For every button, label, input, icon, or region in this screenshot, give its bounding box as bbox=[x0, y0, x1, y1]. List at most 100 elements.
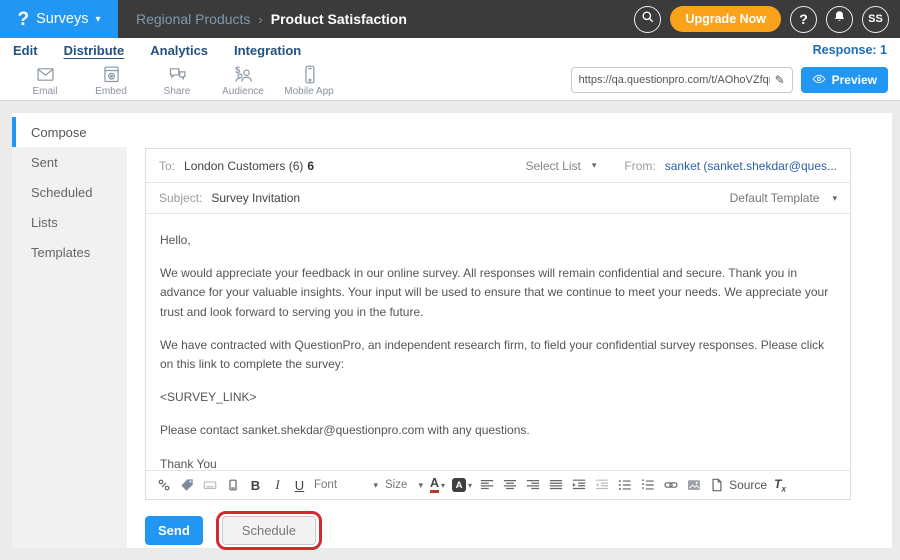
indent-icon[interactable] bbox=[571, 477, 587, 493]
sidebar-item-sent[interactable]: Sent bbox=[12, 147, 127, 177]
template-dropdown[interactable]: Default Template ▾ bbox=[730, 191, 837, 205]
size-dropdown[interactable]: Size ▾ bbox=[385, 479, 423, 491]
chevron-down-icon: ▾ bbox=[832, 193, 837, 204]
body-paragraph: We have contracted with QuestionPro, an … bbox=[160, 336, 836, 374]
from-group: From: sanket (sanket.shekdar@ques... bbox=[624, 159, 837, 173]
chevron-down-icon: ▾ bbox=[468, 481, 472, 490]
bold-button[interactable]: B bbox=[248, 478, 263, 493]
merge-link-icon[interactable] bbox=[156, 477, 172, 493]
survey-url: https://qa.questionpro.com/t/AOhoVZfqml bbox=[579, 74, 770, 86]
subject-value[interactable]: Survey Invitation bbox=[211, 191, 300, 205]
tab-analytics[interactable]: Analytics bbox=[150, 43, 208, 58]
preview-button[interactable]: Preview bbox=[801, 67, 888, 93]
header-actions: Upgrade Now ? SS bbox=[634, 6, 889, 33]
notifications-button[interactable] bbox=[826, 6, 853, 33]
email-icon bbox=[35, 64, 56, 85]
channel-audience[interactable]: $ Audience bbox=[210, 64, 276, 97]
action-buttons: Send Schedule bbox=[145, 511, 322, 550]
align-right-icon[interactable] bbox=[525, 477, 541, 493]
channel-share[interactable]: Share bbox=[144, 64, 210, 97]
outdent-icon[interactable] bbox=[594, 477, 610, 493]
upgrade-now-button[interactable]: Upgrade Now bbox=[670, 6, 781, 32]
email-panel: Compose Sent Scheduled Lists Templates T… bbox=[12, 113, 892, 548]
channel-mobile-app[interactable]: Mobile App bbox=[276, 64, 342, 97]
preview-label: Preview bbox=[832, 73, 877, 87]
chevron-down-icon: ▾ bbox=[592, 160, 597, 171]
insert-image-icon[interactable] bbox=[686, 477, 702, 493]
from-value[interactable]: sanket (sanket.shekdar@ques... bbox=[665, 159, 837, 173]
survey-url-field[interactable]: https://qa.questionpro.com/t/AOhoVZfqml … bbox=[571, 67, 793, 93]
content-area: Compose Sent Scheduled Lists Templates T… bbox=[0, 101, 900, 548]
bell-icon bbox=[832, 9, 847, 29]
sidebar-item-scheduled[interactable]: Scheduled bbox=[12, 177, 127, 207]
breadcrumb-parent[interactable]: Regional Products bbox=[136, 11, 250, 27]
underline-button[interactable]: U bbox=[292, 478, 307, 493]
user-avatar[interactable]: SS bbox=[862, 6, 889, 33]
sidebar-item-lists[interactable]: Lists bbox=[12, 207, 127, 237]
eye-icon bbox=[812, 72, 826, 89]
font-dropdown[interactable]: Font ▾ bbox=[314, 479, 378, 491]
body-paragraph: Please contact sanket.shekdar@questionpr… bbox=[160, 421, 836, 440]
subject-row: Subject: Survey Invitation Default Templ… bbox=[146, 183, 850, 214]
share-chat-icon bbox=[167, 64, 188, 85]
to-value[interactable]: London Customers (6) bbox=[184, 159, 303, 173]
surveys-menu[interactable]: ? Surveys ▾ bbox=[0, 0, 118, 38]
search-button[interactable] bbox=[634, 6, 661, 33]
select-list-dropdown[interactable]: Select List ▾ bbox=[525, 159, 596, 173]
recipient-count[interactable]: 6 bbox=[307, 159, 314, 173]
search-icon bbox=[640, 9, 656, 30]
tab-edit[interactable]: Edit bbox=[13, 43, 38, 58]
italic-button[interactable]: I bbox=[270, 477, 285, 493]
subject-label: Subject: bbox=[159, 191, 202, 205]
embed-icon bbox=[101, 64, 122, 85]
compose-email-card: To: London Customers (6) 6 Select List ▾… bbox=[145, 148, 851, 500]
sidebar-item-templates[interactable]: Templates bbox=[12, 237, 127, 267]
body-paragraph: <SURVEY_LINK> bbox=[160, 388, 836, 407]
schedule-button[interactable]: Schedule bbox=[222, 516, 316, 545]
background-color-button[interactable]: A ▾ bbox=[452, 478, 472, 492]
breadcrumb: Regional Products › Product Satisfaction bbox=[136, 11, 407, 27]
compose-sidebar: Sent Scheduled Lists Templates bbox=[12, 147, 127, 548]
chevron-down-icon: ▾ bbox=[418, 480, 423, 491]
numbered-list-icon[interactable] bbox=[640, 477, 656, 493]
body-paragraph: Thank You bbox=[160, 455, 836, 471]
align-justify-icon[interactable] bbox=[548, 477, 564, 493]
tab-integration[interactable]: Integration bbox=[234, 43, 301, 58]
top-header-bar: ? Surveys ▾ Regional Products › Product … bbox=[0, 0, 900, 38]
edit-url-pencil-icon[interactable]: ✎ bbox=[775, 73, 785, 87]
body-paragraph: Hello, bbox=[160, 231, 836, 250]
editor-toolbar: B I U Font ▾ Size ▾ A ▾ A ▾ bbox=[146, 470, 850, 499]
sidebar-item-compose[interactable]: Compose bbox=[12, 117, 127, 147]
surveys-menu-label: Surveys bbox=[36, 11, 88, 27]
response-count[interactable]: Response: 1 bbox=[813, 43, 887, 57]
align-center-icon[interactable] bbox=[502, 477, 518, 493]
distribute-channel-bar: Email Embed Share $ Audience Mobile App … bbox=[0, 62, 900, 101]
source-doc-icon bbox=[709, 477, 725, 493]
audience-icon: $ bbox=[233, 64, 254, 85]
from-label: From: bbox=[624, 159, 655, 173]
widget-box-icon[interactable] bbox=[225, 477, 241, 493]
tag-icon[interactable] bbox=[179, 477, 195, 493]
align-left-icon[interactable] bbox=[479, 477, 495, 493]
breadcrumb-separator-icon: › bbox=[258, 12, 262, 27]
bullet-list-icon[interactable] bbox=[617, 477, 633, 493]
send-button[interactable]: Send bbox=[145, 516, 203, 545]
survey-nav: Edit Distribute Analytics Integration Re… bbox=[0, 38, 900, 62]
help-button[interactable]: ? bbox=[790, 6, 817, 33]
channel-embed[interactable]: Embed bbox=[78, 64, 144, 97]
source-button[interactable]: Source bbox=[709, 477, 767, 493]
help-icon: ? bbox=[799, 11, 808, 27]
insert-link-icon[interactable] bbox=[663, 477, 679, 493]
recipients-row: To: London Customers (6) 6 Select List ▾… bbox=[146, 149, 850, 183]
body-paragraph: We would appreciate your feedback in our… bbox=[160, 264, 836, 322]
schedule-highlight-ring: Schedule bbox=[216, 511, 322, 550]
tab-distribute[interactable]: Distribute bbox=[64, 43, 125, 58]
mobile-phone-icon bbox=[299, 64, 320, 85]
channel-email[interactable]: Email bbox=[12, 64, 78, 97]
chevron-down-icon: ▾ bbox=[373, 480, 378, 491]
remove-format-button[interactable]: Tx bbox=[774, 477, 786, 493]
email-body-editor[interactable]: Hello, We would appreciate your feedback… bbox=[146, 214, 850, 470]
keyboard-card-icon[interactable] bbox=[202, 477, 218, 493]
avatar-initials: SS bbox=[868, 13, 883, 25]
text-color-button[interactable]: A ▾ bbox=[430, 477, 445, 493]
